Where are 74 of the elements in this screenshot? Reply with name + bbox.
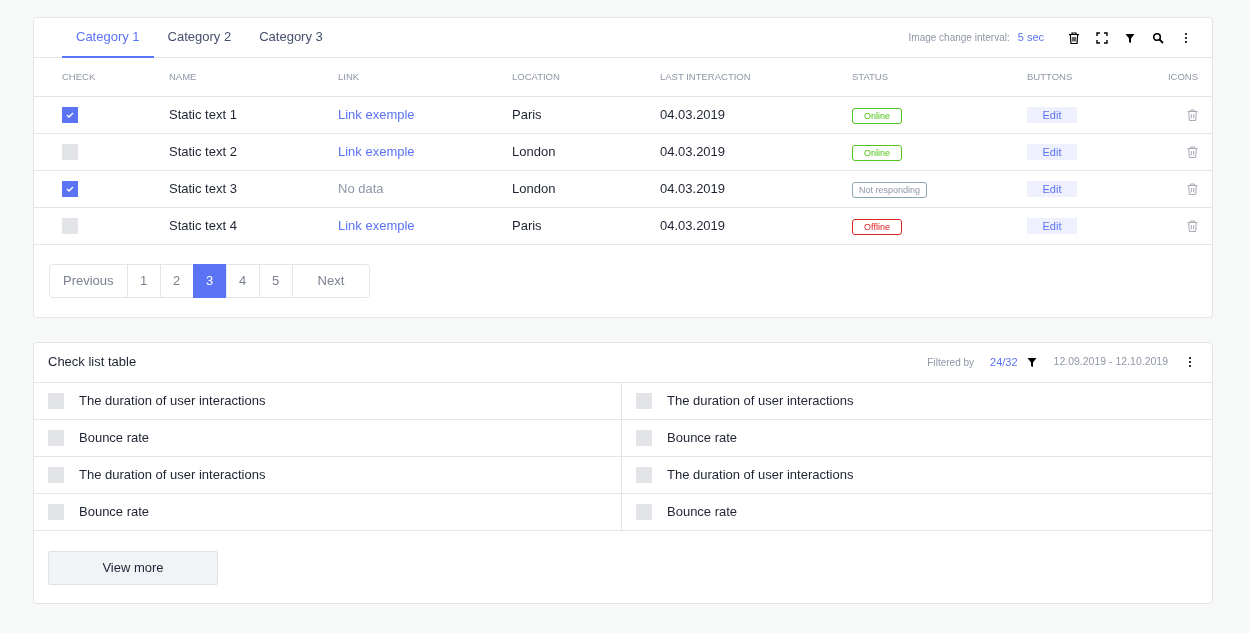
checkbox[interactable] bbox=[636, 392, 652, 409]
item-label: The duration of user interactions bbox=[79, 391, 266, 410]
name-text: Static text 3 bbox=[169, 180, 237, 196]
edit-button[interactable]: Edit bbox=[1027, 217, 1077, 234]
interval-value[interactable]: 5 sec bbox=[1017, 29, 1044, 46]
link[interactable]: Link exemple bbox=[338, 217, 415, 233]
item-label: Bounce rate bbox=[667, 428, 738, 447]
page-button[interactable]: 3 bbox=[192, 263, 227, 298]
search-icon[interactable] bbox=[1152, 31, 1164, 44]
filter-label: Filtered by bbox=[927, 355, 975, 370]
checkbox[interactable] bbox=[48, 429, 64, 446]
column-header: NAME bbox=[168, 58, 337, 96]
checkbox[interactable] bbox=[48, 503, 64, 520]
edit-button[interactable]: Edit bbox=[1027, 143, 1077, 160]
location-text: Paris bbox=[512, 106, 542, 122]
tab[interactable]: Category 1 bbox=[62, 17, 154, 58]
column-header: LINK bbox=[337, 58, 511, 96]
column-header: BUTTONS bbox=[1026, 58, 1126, 96]
page-button[interactable]: 5 bbox=[258, 263, 293, 298]
name-text: Static text 4 bbox=[169, 217, 237, 233]
page-button[interactable]: 2 bbox=[159, 263, 194, 298]
item-label: The duration of user interactions bbox=[79, 465, 266, 484]
checkbox[interactable] bbox=[636, 503, 652, 520]
view-more-button[interactable]: View more bbox=[48, 550, 218, 585]
status-badge: Online bbox=[852, 107, 902, 124]
status-badge: Online bbox=[852, 144, 902, 161]
card-title: Check list table bbox=[48, 353, 137, 372]
checkbox[interactable] bbox=[48, 466, 64, 483]
checkbox[interactable] bbox=[62, 218, 78, 235]
edit-button[interactable]: Edit bbox=[1027, 106, 1077, 123]
status-badge: Offline bbox=[852, 218, 902, 235]
checkbox[interactable] bbox=[62, 107, 78, 124]
checkbox[interactable] bbox=[48, 392, 64, 409]
edit-button[interactable]: Edit bbox=[1027, 180, 1077, 197]
location-text: Paris bbox=[512, 217, 542, 233]
location-text: London bbox=[512, 143, 556, 159]
trash-icon[interactable] bbox=[1068, 31, 1080, 44]
link[interactable]: Link exemple bbox=[338, 106, 415, 122]
date-text: 04.03.2019 bbox=[660, 106, 726, 122]
page-button[interactable]: Previous bbox=[49, 263, 128, 298]
date-text: 04.03.2019 bbox=[660, 143, 726, 159]
name-text: Static text 2 bbox=[169, 143, 237, 159]
status-badge: Not responding bbox=[852, 181, 927, 198]
date-text: 04.03.2019 bbox=[660, 217, 726, 233]
tab[interactable]: Category 2 bbox=[153, 17, 246, 58]
page-button[interactable]: Next bbox=[291, 263, 371, 298]
checkbox[interactable] bbox=[62, 144, 78, 161]
date-range[interactable]: 12.09.2019 - 12.10.2019 bbox=[1053, 354, 1168, 370]
item-label: The duration of user interactions bbox=[667, 391, 854, 410]
item-label: Bounce rate bbox=[79, 428, 150, 447]
name-text: Static text 1 bbox=[169, 106, 237, 122]
page-button[interactable]: 1 bbox=[126, 263, 161, 298]
column-header: STATUS bbox=[851, 58, 1026, 96]
checkbox[interactable] bbox=[636, 429, 652, 446]
item-label: Bounce rate bbox=[79, 502, 150, 521]
link[interactable]: Link exemple bbox=[338, 143, 415, 159]
filter-icon[interactable] bbox=[1025, 356, 1038, 368]
column-header: LOCATION bbox=[511, 58, 659, 96]
checkbox[interactable] bbox=[62, 181, 78, 198]
interval-label: Image change interval: bbox=[908, 31, 1010, 45]
location-text: London bbox=[512, 180, 556, 196]
date-text: 04.03.2019 bbox=[660, 180, 726, 196]
column-header: ICONS bbox=[1125, 58, 1212, 96]
checkbox[interactable] bbox=[636, 466, 652, 483]
item-label: The duration of user interactions bbox=[667, 465, 854, 484]
filter-value[interactable]: 24/32 bbox=[990, 353, 1018, 371]
item-label: Bounce rate bbox=[667, 502, 738, 521]
no-data-text: No data bbox=[338, 180, 384, 196]
column-header: LAST INTERACTION bbox=[659, 58, 851, 96]
page-button[interactable]: 4 bbox=[225, 263, 260, 298]
filter-icon[interactable] bbox=[1124, 31, 1136, 44]
column-header: CHECK bbox=[34, 58, 168, 96]
tab[interactable]: Category 3 bbox=[245, 17, 337, 58]
fullscreen-icon[interactable] bbox=[1096, 31, 1108, 44]
